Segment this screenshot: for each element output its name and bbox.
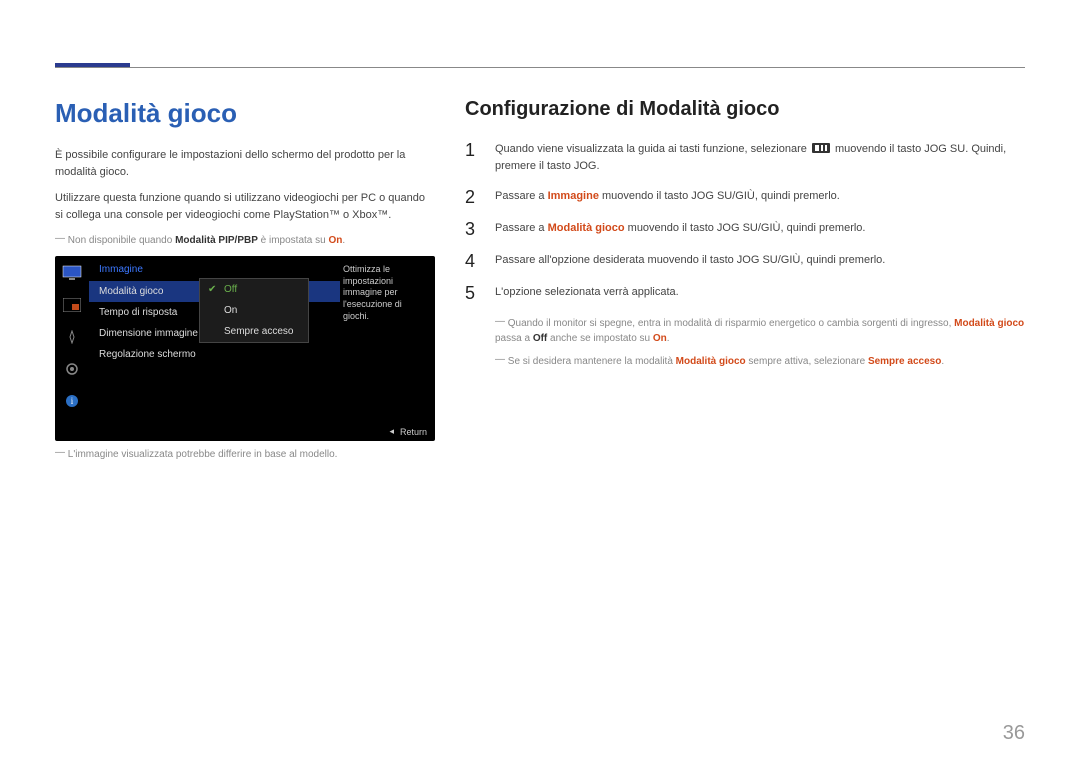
steps-list: 1 Quando viene visualizzata la guida ai … xyxy=(465,141,1025,302)
step-1: 1 Quando viene visualizzata la guida ai … xyxy=(465,141,1025,174)
step-number: 5 xyxy=(465,284,483,302)
page-content: Modalità gioco È possibile configurare l… xyxy=(55,98,1025,470)
intro-p2: Utilizzare questa funzione quando si uti… xyxy=(55,190,435,223)
step-part: Passare a xyxy=(495,190,548,202)
step-5: 5 L'opzione selezionata verrà applicata. xyxy=(465,284,1025,302)
osd-description: Ottimizza le impostazioni immagine per l… xyxy=(343,264,429,322)
note-text: . xyxy=(342,235,345,246)
step-bold: Immagine xyxy=(548,190,599,202)
step-3: 3 Passare a Modalità gioco muovendo il t… xyxy=(465,220,1025,238)
osd-label: Regolazione schermo xyxy=(99,349,204,360)
osd-sub-row: Sempre acceso xyxy=(200,321,308,342)
osd-label: Modalità gioco xyxy=(99,286,204,297)
step-part: Passare a xyxy=(495,222,548,234)
step-text: Passare all'opzione desiderata muovendo … xyxy=(495,252,1025,270)
note-keep-on: ― Se si desidera mantenere la modalità M… xyxy=(495,354,1025,369)
step-text: Passare a Modalità gioco muovendo il tas… xyxy=(495,220,1025,238)
osd-label: Tempo di risposta xyxy=(99,307,204,318)
step-part: muovendo il tasto JOG SU/GIÙ, quindi pre… xyxy=(599,190,840,202)
menu-button-icon xyxy=(812,143,830,153)
osd-submenu: ✔ Off On Sempre acceso xyxy=(199,278,309,343)
step-number: 4 xyxy=(465,252,483,270)
note-text: . xyxy=(667,333,670,344)
return-arrow-icon: ◂ xyxy=(389,426,394,437)
note-text: è impostata su xyxy=(258,235,329,246)
gear-icon xyxy=(61,358,83,380)
step-text: L'opzione selezionata verrà applicata. xyxy=(495,284,1025,302)
osd-sub-row: On xyxy=(200,300,308,321)
note-bold: Modalità PIP/PBP xyxy=(175,235,258,246)
osd-footer: ◂ Return xyxy=(389,426,427,437)
osd-sub-label: Sempre acceso xyxy=(224,326,293,337)
osd-sub-row-active: ✔ Off xyxy=(200,279,308,300)
osd-label: Dimensione immagine xyxy=(99,328,204,339)
note-auto-off: ― Quando il monitor si spegne, entra in … xyxy=(495,316,1025,346)
intro-p1: È possibile configurare le impostazioni … xyxy=(55,147,435,180)
right-column: Configurazione di Modalità gioco 1 Quand… xyxy=(465,98,1025,470)
note-on: On xyxy=(653,333,667,344)
osd-row: Regolazione schermo xyxy=(89,344,340,365)
note-on: On xyxy=(328,235,342,246)
note-bold: Modalità gioco xyxy=(676,356,746,367)
step-2: 2 Passare a Immagine muovendo il tasto J… xyxy=(465,188,1025,206)
note-text: sempre attiva, selezionare xyxy=(746,356,868,367)
note-text: L'immagine visualizzata potrebbe differi… xyxy=(68,449,338,460)
step-number: 3 xyxy=(465,220,483,238)
note-text: Quando il monitor si spegne, entra in mo… xyxy=(508,318,954,329)
check-icon: ✔ xyxy=(208,284,220,295)
section-subtitle: Configurazione di Modalità gioco xyxy=(465,98,1025,121)
step-text: Passare a Immagine muovendo il tasto JOG… xyxy=(495,188,1025,206)
step-number: 1 xyxy=(465,141,483,174)
step-4: 4 Passare all'opzione desiderata muovend… xyxy=(465,252,1025,270)
note-bold: Modalità gioco xyxy=(954,318,1024,329)
osd-sidebar: i xyxy=(55,256,89,421)
left-column: Modalità gioco È possibile configurare l… xyxy=(55,98,435,470)
osd-sub-label: Off xyxy=(224,284,237,295)
note-image-differ: ― L'immagine visualizzata potrebbe diffe… xyxy=(55,447,435,462)
th-icon xyxy=(61,326,83,348)
info-icon: i xyxy=(61,390,83,412)
monitor-icon xyxy=(61,262,83,284)
note-bold: Sempre acceso xyxy=(868,356,941,367)
header-rule xyxy=(55,40,1025,68)
note-bold: Off xyxy=(533,333,547,344)
note-text: Se si desidera mantenere la modalità xyxy=(508,356,676,367)
osd-screenshot: i Immagine Modalità gioco Tempo di rispo… xyxy=(55,256,435,441)
step-part: Quando viene visualizzata la guida ai ta… xyxy=(495,143,810,155)
osd-sub-label: On xyxy=(224,305,237,316)
step-bold: Modalità gioco xyxy=(548,222,625,234)
page-number: 36 xyxy=(1003,722,1025,745)
pip-icon xyxy=(61,294,83,316)
step-text: Quando viene visualizzata la guida ai ta… xyxy=(495,141,1025,174)
note-pip: ― Non disponibile quando Modalità PIP/PB… xyxy=(55,233,435,248)
note-text: passa a xyxy=(495,333,533,344)
step-part: muovendo il tasto JOG SU/GIÙ, quindi pre… xyxy=(625,222,866,234)
return-label: Return xyxy=(400,427,427,437)
note-text: . xyxy=(941,356,944,367)
step-number: 2 xyxy=(465,188,483,206)
note-text: anche se impostato su xyxy=(547,333,653,344)
page-title: Modalità gioco xyxy=(55,98,435,129)
note-text: Non disponibile quando xyxy=(68,235,175,246)
